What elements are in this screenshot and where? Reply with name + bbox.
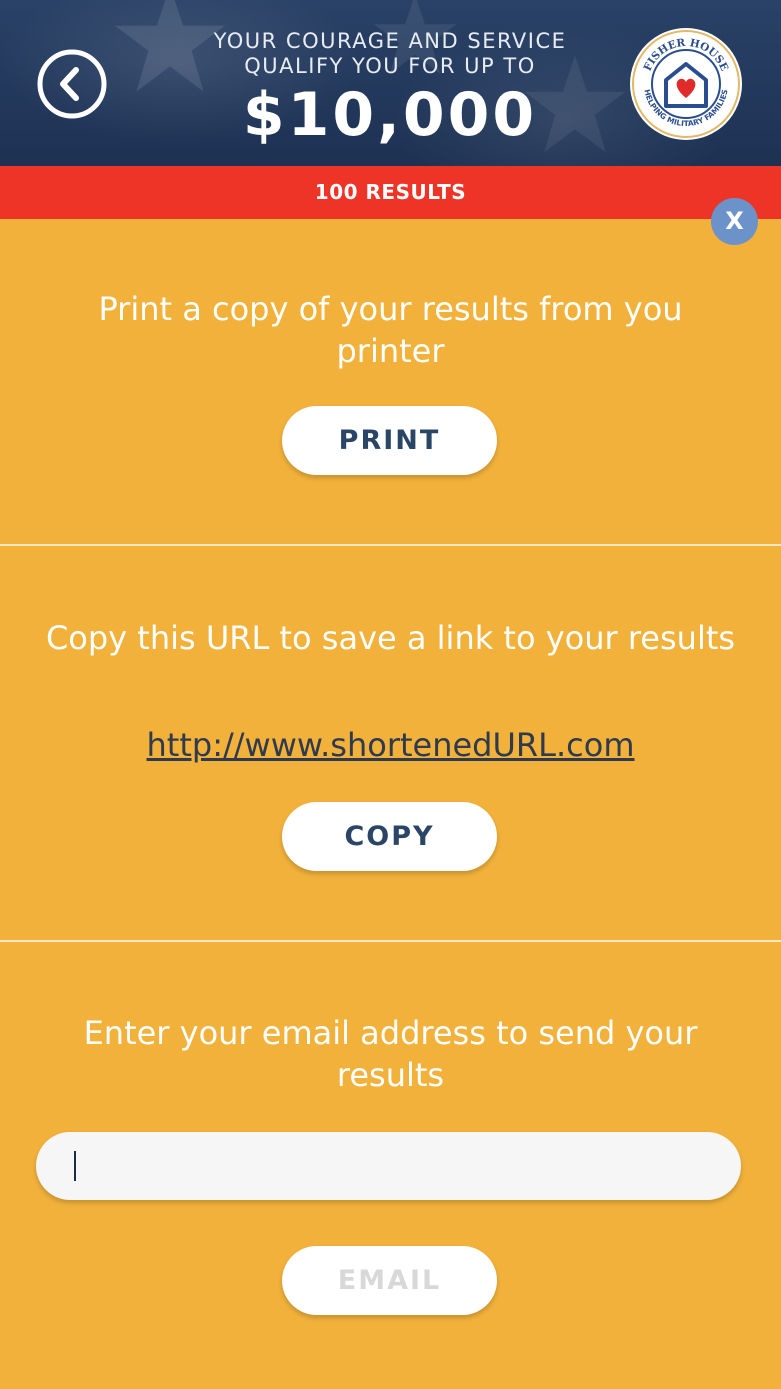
- email-instructions: Enter your email address to send your re…: [83, 1014, 698, 1094]
- email-button[interactable]: EMAIL: [282, 1246, 497, 1315]
- print-instructions: Print a copy of your results from you pr…: [98, 290, 683, 370]
- copy-url-instructions: Copy this URL to save a link to your res…: [45, 619, 736, 657]
- email-field[interactable]: [36, 1132, 741, 1200]
- headline-line-2: QUALIFY YOU FOR UP TO: [244, 54, 536, 78]
- results-url-link[interactable]: http://www.shortenedURL.com: [40, 722, 741, 768]
- section-divider: [0, 940, 781, 942]
- results-count-bar: 100 RESULTS: [0, 166, 781, 219]
- back-button[interactable]: [36, 48, 108, 120]
- close-button[interactable]: X: [711, 198, 758, 245]
- text-cursor: [74, 1151, 76, 1181]
- chevron-left-icon: [37, 49, 107, 119]
- qualify-amount: $10,000: [242, 80, 538, 150]
- header: YOUR COURAGE AND SERVICE QUALIFY YOU FOR…: [0, 0, 781, 166]
- section-divider: [0, 544, 781, 546]
- print-button[interactable]: PRINT: [282, 406, 497, 475]
- headline-line-1: YOUR COURAGE AND SERVICE: [213, 29, 567, 53]
- fisher-house-logo: FISHER HOUSE HELPING MILITARY FAMILIES: [630, 28, 742, 140]
- copy-button[interactable]: COPY: [282, 802, 497, 871]
